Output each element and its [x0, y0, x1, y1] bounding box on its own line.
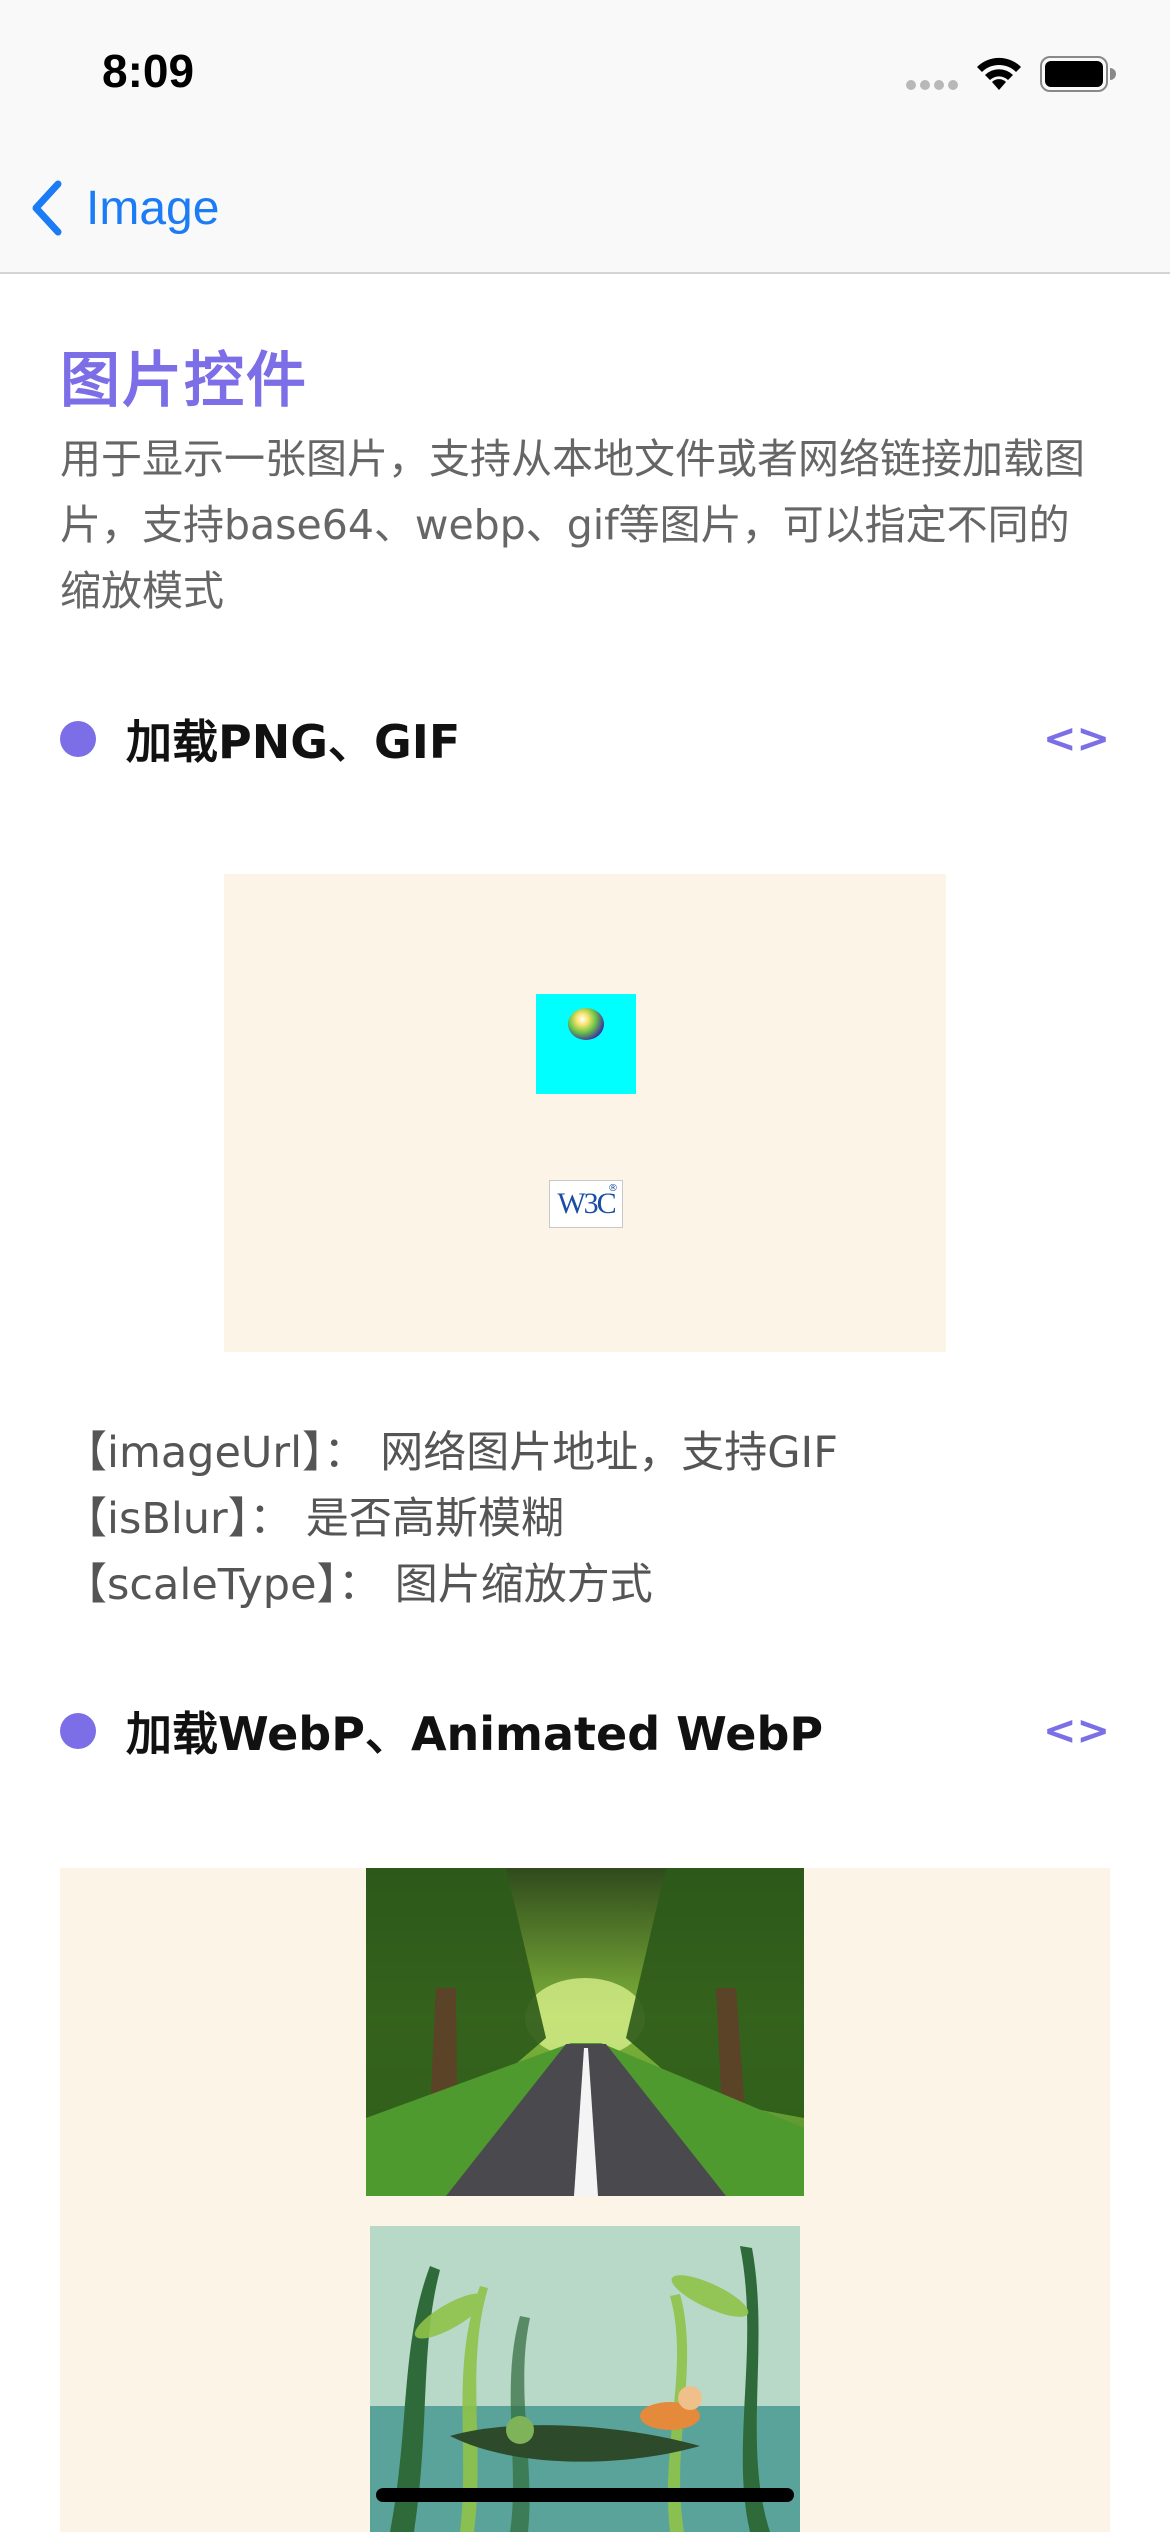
- back-button[interactable]: Image: [26, 168, 219, 248]
- status-time: 8:09: [102, 45, 195, 97]
- spinning-ball-image: [568, 1008, 604, 1040]
- w3c-logo-image: W3C ®: [549, 1180, 623, 1228]
- navigation-bar: Image: [0, 140, 1170, 274]
- battery-icon: [1040, 56, 1116, 92]
- chevron-left-icon: [32, 180, 62, 236]
- screen: 8:09 Image 图片控件 用于显示一张图片，支持从本地文件或者网络链接加载…: [0, 0, 1170, 2532]
- bullet-dot: [60, 721, 96, 757]
- cellular-signal-icon: [906, 80, 958, 92]
- registered-mark: ®: [608, 1183, 618, 1194]
- section-title: 加载PNG、GIF: [126, 715, 461, 769]
- prop-image-url: 【imageUrl】： 网络图片地址，支持GIF: [64, 1428, 838, 1478]
- view-code-button[interactable]: <>: [1043, 716, 1110, 762]
- prop-is-blur: 【isBlur】： 是否高斯模糊: [64, 1494, 564, 1544]
- section-header-png-gif: 加载PNG、GIF <>: [60, 704, 1110, 774]
- back-button-label: Image: [86, 181, 220, 235]
- status-bar: 8:09: [0, 0, 1170, 140]
- w3c-logo-text: W3C: [557, 1187, 616, 1220]
- view-code-button[interactable]: <>: [1043, 1708, 1110, 1754]
- props-list: 【imageUrl】： 网络图片地址，支持GIF 【isBlur】： 是否高斯模…: [64, 1420, 838, 1618]
- animated-illustration-image: [370, 2226, 800, 2532]
- page-description: 用于显示一张图片，支持从本地文件或者网络链接加载图片，支持base64、webp…: [60, 435, 1085, 615]
- page-title: 图片控件: [60, 346, 308, 416]
- wifi-icon: [977, 57, 1021, 90]
- bullet-dot: [60, 1713, 96, 1749]
- section-header-webp: 加载WebP、Animated WebP <>: [60, 1696, 1110, 1766]
- gif-image: [536, 994, 636, 1094]
- webp-demo-area: [60, 1868, 1110, 2532]
- home-indicator[interactable]: [376, 2488, 794, 2502]
- section-title: 加载WebP、Animated WebP: [126, 1707, 824, 1761]
- png-gif-demo-area: W3C ®: [224, 874, 946, 1352]
- forest-road-image: [366, 1868, 804, 2196]
- prop-scale-type: 【scaleType】： 图片缩放方式: [64, 1560, 653, 1610]
